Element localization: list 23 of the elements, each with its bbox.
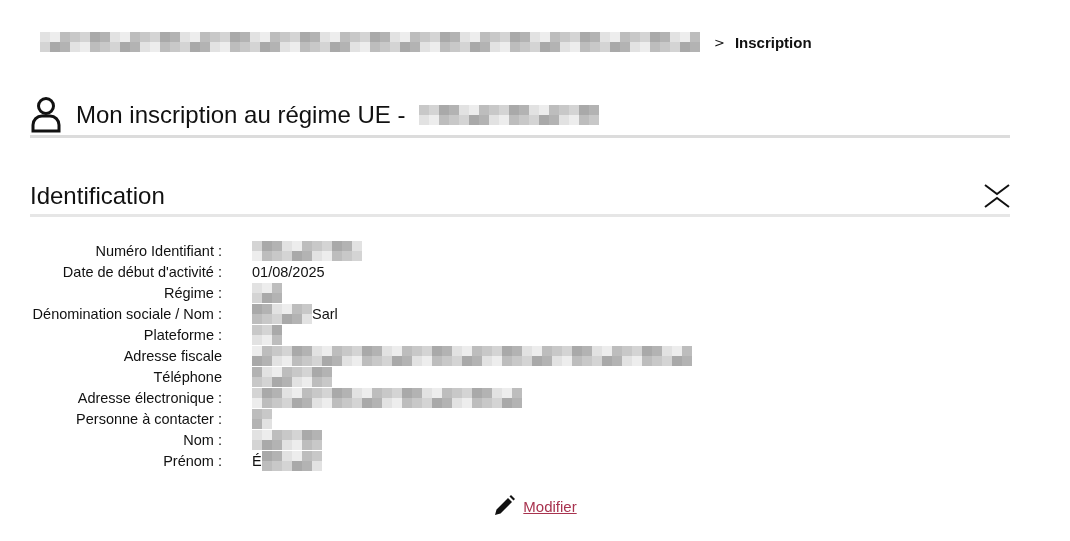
- breadcrumb-separator: >: [714, 34, 725, 50]
- field-label: Nom :: [182, 431, 222, 450]
- pencil-icon: [493, 495, 516, 517]
- field-label: Adresse fiscale: [122, 347, 222, 366]
- collapse-icon[interactable]: [984, 184, 1010, 208]
- edit-link[interactable]: Modifier: [523, 497, 577, 515]
- field-label: Personne à contacter :: [75, 410, 222, 429]
- section-title: Identification: [30, 182, 165, 210]
- field-value: 01/08/2025: [252, 263, 325, 282]
- redaction-mosaic: [261, 451, 322, 471]
- field-label: Dénomination sociale / Nom :: [31, 305, 222, 324]
- field-value: É: [252, 452, 262, 471]
- page-title: Mon inscription au régime UE -: [76, 101, 406, 129]
- field-value: Sarl: [312, 305, 338, 324]
- field-label: Numéro Identifiant :: [94, 242, 222, 261]
- field-label: Adresse électronique :: [76, 389, 222, 408]
- field-label: Date de début d'activité :: [61, 263, 222, 282]
- field-label: Plateforme :: [142, 326, 222, 345]
- breadcrumb-current: Inscription: [734, 33, 812, 51]
- field-label: Prénom :: [162, 452, 222, 471]
- user-icon: [30, 96, 62, 134]
- field-label: Téléphone: [152, 368, 222, 387]
- field-label: Régime :: [162, 284, 222, 303]
